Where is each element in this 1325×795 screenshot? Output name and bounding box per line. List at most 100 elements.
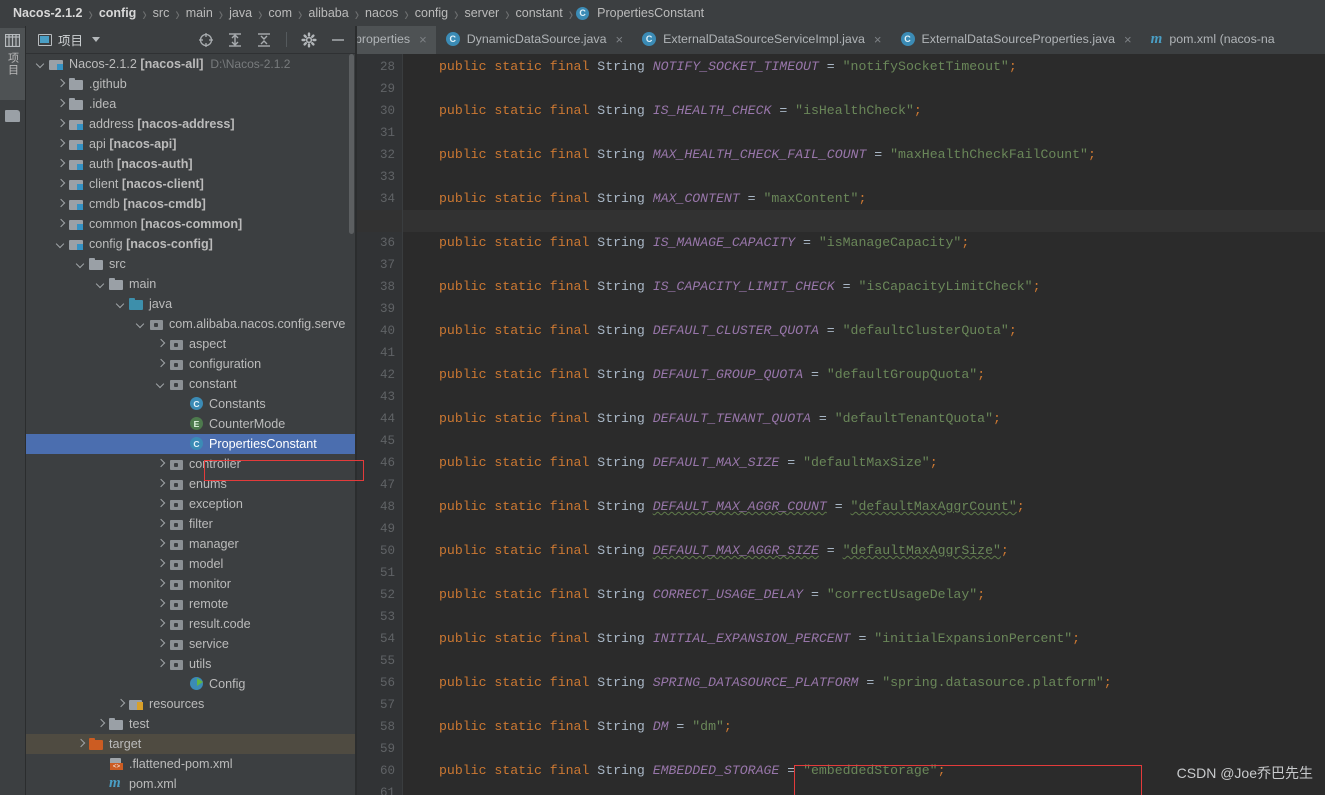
- collapse-all-icon[interactable]: [256, 32, 272, 48]
- chevron-right-icon[interactable]: [56, 200, 65, 209]
- breadcrumb-item-server[interactable]: server: [461, 6, 502, 20]
- code-line[interactable]: public static final String IS_CAPACITY_L…: [403, 276, 1041, 298]
- chevron-right-icon[interactable]: [156, 520, 165, 529]
- tree-node-com.alibaba.nacos.config.serve[interactable]: com.alibaba.nacos.config.serve: [26, 314, 355, 334]
- editor-tab-bar[interactable]: lication.properties × C DynamicDataSource.j…: [357, 26, 1325, 54]
- tree-node-aspect[interactable]: aspect: [26, 334, 355, 354]
- chevron-right-icon[interactable]: [56, 220, 65, 229]
- code-line[interactable]: public static final String CORRECT_USAGE…: [403, 584, 985, 606]
- breadcrumb-item-main[interactable]: main: [183, 6, 216, 20]
- code-line[interactable]: public static final String MAX_CONTENT =…: [403, 188, 866, 210]
- tree-node-constant[interactable]: constant: [26, 374, 355, 394]
- tree-node-manager[interactable]: manager: [26, 534, 355, 554]
- code-line[interactable]: public static final String IS_HEALTH_CHE…: [403, 100, 922, 122]
- tree-node-result.code[interactable]: result.code: [26, 614, 355, 634]
- code-line[interactable]: public static final String EMBEDDED_STOR…: [403, 760, 946, 782]
- breadcrumb-item-config[interactable]: config: [96, 6, 140, 20]
- close-icon[interactable]: ×: [874, 33, 882, 46]
- chevron-right-icon[interactable]: [156, 480, 165, 489]
- breadcrumb-item-alibaba[interactable]: alibaba: [305, 6, 351, 20]
- tree-node-src[interactable]: src: [26, 254, 355, 274]
- tree-node-exception[interactable]: exception: [26, 494, 355, 514]
- editor-tab-externaldatasourceserviceimpl.java[interactable]: C ExternalDataSourceServiceImpl.java ×: [632, 26, 890, 54]
- tree-node-service[interactable]: service: [26, 634, 355, 654]
- editor-tab-pom.xml-nacos-na[interactable]: m pom.xml (nacos-na: [1141, 26, 1284, 54]
- code-line[interactable]: public static final String DM = "dm";: [403, 716, 732, 738]
- tree-node-resources[interactable]: resources: [26, 694, 355, 714]
- editor-tab-externaldatasourceproperties.java[interactable]: C ExternalDataSourceProperties.java ×: [891, 26, 1141, 54]
- chevron-right-icon[interactable]: [156, 340, 165, 349]
- tool-strip-project-tab[interactable]: 项目: [0, 28, 25, 100]
- tree-node-main[interactable]: main: [26, 274, 355, 294]
- code-line[interactable]: public static final String DEFAULT_MAX_A…: [403, 496, 1025, 518]
- tree-node-nacos-2.1.2[interactable]: Nacos-2.1.2 [nacos-all] D:\Nacos-2.1.2: [26, 54, 355, 74]
- folder-icon[interactable]: [5, 110, 20, 122]
- tree-node-monitor[interactable]: monitor: [26, 574, 355, 594]
- breadcrumb-item-constant[interactable]: constant: [513, 6, 566, 20]
- code-line[interactable]: public static final String SPRING_DATASO…: [403, 672, 1112, 694]
- code-line[interactable]: public static final String NOTIFY_SOCKET…: [403, 56, 1017, 78]
- chevron-right-icon[interactable]: [116, 700, 125, 709]
- breadcrumb-item-propertiesconstant[interactable]: C PropertiesConstant: [576, 6, 707, 20]
- chevron-down-icon[interactable]: [92, 37, 101, 42]
- breadcrumb-item-src[interactable]: src: [150, 6, 173, 20]
- code-content[interactable]: public static final String NOTIFY_SOCKET…: [403, 54, 1325, 795]
- tree-node-model[interactable]: model: [26, 554, 355, 574]
- code-editor[interactable]: 2829303132333435363738394041424344454647…: [357, 54, 1325, 795]
- chevron-right-icon[interactable]: [156, 600, 165, 609]
- code-line[interactable]: public static final String IS_MANAGE_CAP…: [403, 232, 969, 254]
- tree-node-configuration[interactable]: configuration: [26, 354, 355, 374]
- chevron-down-icon[interactable]: [76, 260, 85, 269]
- chevron-right-icon[interactable]: [156, 360, 165, 369]
- chevron-right-icon[interactable]: [156, 660, 165, 669]
- chevron-right-icon[interactable]: [56, 100, 65, 109]
- project-view-selector[interactable]: 项目: [38, 30, 101, 49]
- tree-node-client[interactable]: client [nacos-client]: [26, 174, 355, 194]
- breadcrumb-item-nacos-2-1-2[interactable]: Nacos-2.1.2: [10, 6, 85, 20]
- chevron-right-icon[interactable]: [156, 580, 165, 589]
- tree-node-pom.xml[interactable]: pom.xml: [26, 774, 355, 794]
- tree-node-config[interactable]: Config: [26, 674, 355, 694]
- breadcrumb-item-java[interactable]: java: [226, 6, 255, 20]
- tree-node-cmdb[interactable]: cmdb [nacos-cmdb]: [26, 194, 355, 214]
- tree-node-countermode[interactable]: CounterMode: [26, 414, 355, 434]
- breadcrumb-item-com[interactable]: com: [265, 6, 295, 20]
- chevron-right-icon[interactable]: [156, 620, 165, 629]
- tree-node-api[interactable]: api [nacos-api]: [26, 134, 355, 154]
- tree-node-propertiesconstant[interactable]: PropertiesConstant: [26, 434, 355, 454]
- settings-gear-icon[interactable]: [301, 31, 317, 48]
- select-opened-file-icon[interactable]: [198, 32, 214, 48]
- tree-node-auth[interactable]: auth [nacos-auth]: [26, 154, 355, 174]
- breadcrumb-item-nacos[interactable]: nacos: [362, 6, 401, 20]
- breadcrumb-item-config[interactable]: config: [412, 6, 451, 20]
- close-icon[interactable]: ×: [616, 33, 624, 46]
- chevron-right-icon[interactable]: [156, 640, 165, 649]
- tree-node-filter[interactable]: filter: [26, 514, 355, 534]
- chevron-right-icon[interactable]: [76, 740, 85, 749]
- code-line[interactable]: public static final String INITIAL_EXPAN…: [403, 628, 1080, 650]
- close-icon[interactable]: ×: [1124, 33, 1132, 46]
- code-line[interactable]: public static final String DEFAULT_TENAN…: [403, 408, 1001, 430]
- chevron-down-icon[interactable]: [36, 60, 45, 69]
- chevron-right-icon[interactable]: [56, 140, 65, 149]
- chevron-right-icon[interactable]: [56, 160, 65, 169]
- tree-node-test[interactable]: test: [26, 714, 355, 734]
- tree-node-constants[interactable]: Constants: [26, 394, 355, 414]
- hide-minimize-icon[interactable]: [330, 32, 346, 48]
- chevron-down-icon[interactable]: [156, 380, 165, 389]
- tree-node-.flattened-pom.xml[interactable]: .flattened-pom.xml: [26, 754, 355, 774]
- tree-node-.idea[interactable]: .idea: [26, 94, 355, 114]
- tree-node-address[interactable]: address [nacos-address]: [26, 114, 355, 134]
- chevron-right-icon[interactable]: [156, 500, 165, 509]
- tree-node-utils[interactable]: utils: [26, 654, 355, 674]
- chevron-right-icon[interactable]: [156, 540, 165, 549]
- tree-node-config[interactable]: config [nacos-config]: [26, 234, 355, 254]
- editor-tab-dynamicdatasource.java[interactable]: C DynamicDataSource.java ×: [436, 26, 632, 54]
- chevron-right-icon[interactable]: [96, 720, 105, 729]
- tree-node-remote[interactable]: remote: [26, 594, 355, 614]
- tree-node-java[interactable]: java: [26, 294, 355, 314]
- chevron-down-icon[interactable]: [116, 300, 125, 309]
- tree-node-target[interactable]: target: [26, 734, 355, 754]
- chevron-down-icon[interactable]: [136, 320, 145, 329]
- tree-node-common[interactable]: common [nacos-common]: [26, 214, 355, 234]
